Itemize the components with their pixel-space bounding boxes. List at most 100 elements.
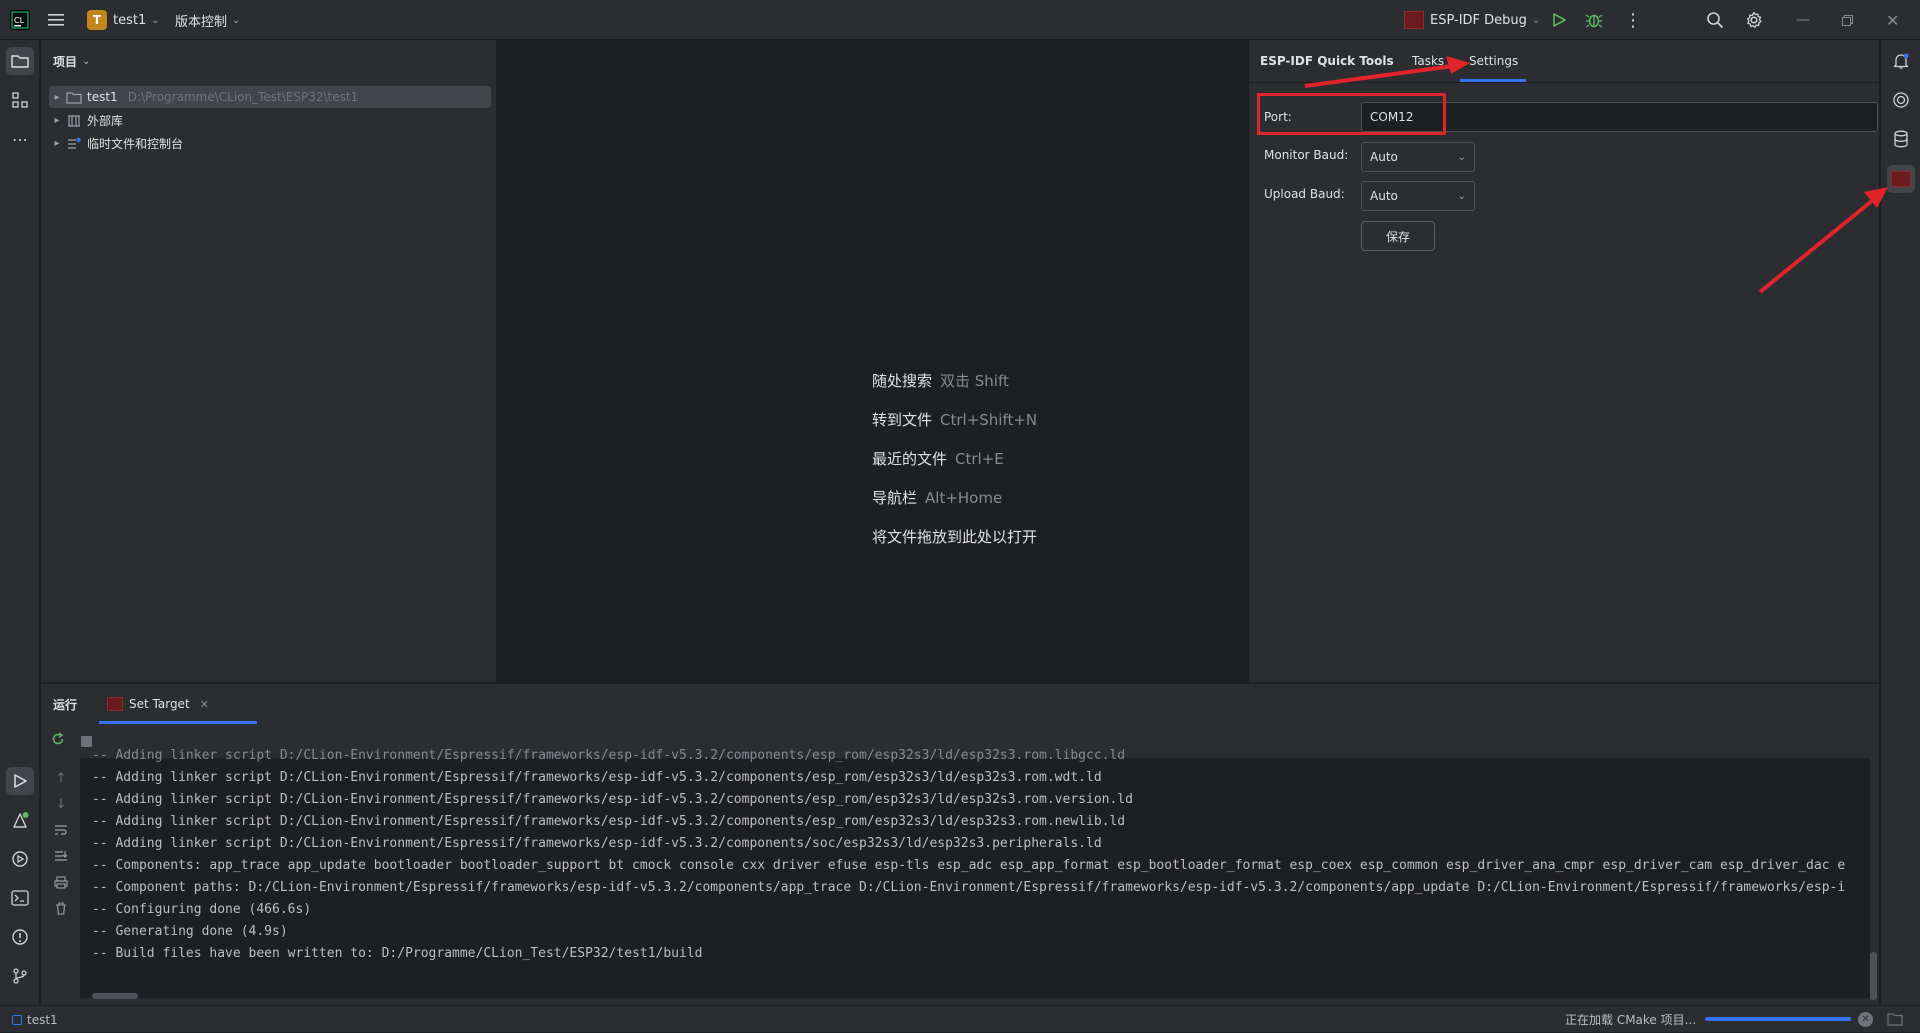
close-tab-icon[interactable]: ✕: [200, 698, 209, 711]
console-line: -- Generating done (4.9s): [92, 924, 288, 939]
esp-icon: [107, 697, 123, 711]
left-tool-strip: ⋯: [0, 40, 40, 1005]
restore-button[interactable]: [1842, 0, 1853, 40]
tree-item-scratches[interactable]: ▸ 临时文件和控制台: [49, 132, 183, 154]
upload-baud-value: Auto: [1370, 189, 1398, 203]
esp-idf-quick-tools-panel: ESP-IDF Quick Tools Tasks Settings Port:…: [1248, 40, 1880, 682]
chevron-right-icon: ▸: [54, 114, 60, 126]
run-icon[interactable]: [1551, 0, 1567, 40]
svg-text:CL: CL: [14, 16, 25, 25]
chevron-down-icon: ⌄: [1457, 151, 1466, 163]
console-output[interactable]: -- Adding linker script D:/CLion-Environ…: [80, 748, 1870, 998]
bell-icon[interactable]: [1887, 47, 1915, 75]
monitor-baud-select[interactable]: Auto ⌄: [1361, 142, 1475, 172]
upload-baud-select[interactable]: Auto ⌄: [1361, 181, 1475, 211]
terminal-icon[interactable]: [6, 884, 34, 912]
editor-empty-area: 随处搜索 双击 Shift 转到文件 Ctrl+Shift+N 最近的文件 Ctrl+…: [498, 40, 1247, 682]
port-input[interactable]: COM12: [1361, 102, 1878, 132]
console-line: -- Adding linker script D:/CLion-Environ…: [92, 814, 1126, 829]
scroll-to-end-icon[interactable]: [51, 846, 71, 866]
database-icon[interactable]: [1887, 125, 1915, 153]
ai-assistant-icon[interactable]: [1887, 86, 1915, 114]
services-icon[interactable]: [6, 845, 34, 873]
run-config-selector[interactable]: ESP-IDF Debug ⌄: [1404, 0, 1540, 40]
module-icon: [12, 1014, 22, 1025]
more-icon[interactable]: ⋮: [1624, 0, 1642, 40]
tree-item-label: 临时文件和控制台: [87, 136, 184, 151]
chevron-right-icon: ▸: [54, 91, 60, 103]
tab-divider: [1249, 82, 1880, 83]
chevron-right-icon: ▸: [54, 137, 60, 149]
console-line: -- Adding linker script D:/CLion-Environ…: [92, 792, 1133, 807]
folder-icon[interactable]: [1887, 1012, 1903, 1026]
console-line: -- Build files have been written to: D:/…: [92, 946, 703, 961]
port-label: Port:: [1264, 110, 1292, 124]
tree-item-external-libraries[interactable]: ▸ 外部库: [49, 109, 123, 131]
problems-icon[interactable]: [6, 923, 34, 951]
rerun-icon[interactable]: [51, 732, 67, 748]
right-tool-strip: [1880, 40, 1920, 1005]
progress-fill: [1705, 1017, 1851, 1021]
esp-tool-icon[interactable]: [1887, 165, 1915, 193]
run-config-label: ESP-IDF Debug: [1430, 12, 1527, 28]
folder-icon[interactable]: [6, 47, 34, 75]
hint-recent-files: 最近的文件 Ctrl+E: [872, 450, 1004, 468]
tree-item-project-root[interactable]: ▸ test1 D:\Programme\CLion_Test\ESP32\te…: [49, 86, 491, 108]
git-branch-icon[interactable]: [6, 962, 34, 990]
more-icon[interactable]: ⋯: [6, 125, 34, 153]
status-project[interactable]: test1: [12, 1006, 58, 1033]
minimize-button[interactable]: —: [1796, 0, 1810, 40]
run-tool-icon[interactable]: [6, 767, 34, 795]
horizontal-scrollbar[interactable]: [92, 993, 138, 999]
console-line: -- Adding linker script D:/CLion-Environ…: [92, 836, 1102, 851]
status-progress-text: 正在加载 CMake 项目...: [1565, 1013, 1697, 1027]
title-bar: CL T test1 ⌄ 版本控制 ⌄ ESP-IDF Debug ⌄ ⋮ — …: [0, 0, 1920, 40]
stop-icon[interactable]: [81, 736, 92, 747]
save-button[interactable]: 保存: [1361, 221, 1435, 251]
monitor-baud-value: Auto: [1370, 150, 1398, 164]
scroll-down-icon[interactable]: ↓: [51, 794, 71, 814]
tab-tasks[interactable]: Tasks: [1412, 40, 1444, 82]
scroll-up-icon[interactable]: ↑: [51, 768, 71, 788]
gear-icon[interactable]: [1745, 0, 1763, 40]
cancel-progress-icon[interactable]: ✕: [1858, 1012, 1873, 1027]
hint-navigation-bar: 导航栏 Alt+Home: [872, 489, 1003, 507]
project-panel-title: 项目: [53, 54, 78, 69]
build-icon[interactable]: [6, 806, 34, 834]
progress-track: [1705, 1017, 1851, 1021]
chevron-down-icon: ⌄: [82, 55, 91, 67]
console-line: -- Components: app_trace app_update boot…: [92, 858, 1846, 873]
status-bar: test1 正在加载 CMake 项目... ✕: [0, 1005, 1920, 1032]
folder-icon: [65, 91, 83, 104]
project-panel: 项目 ⌄ ▸ test1 D:\Programme\CLion_Test\ESP…: [41, 40, 497, 682]
trash-icon[interactable]: [51, 898, 71, 918]
library-icon: [65, 114, 83, 127]
console-line: -- Adding linker script D:/CLion-Environ…: [92, 770, 1102, 785]
vertical-scrollbar[interactable]: [1870, 952, 1877, 1000]
soft-wrap-icon[interactable]: [51, 820, 71, 840]
project-panel-header[interactable]: 项目 ⌄: [53, 40, 90, 82]
chevron-down-icon: ⌄: [1531, 14, 1541, 26]
debug-icon[interactable]: [1585, 0, 1603, 40]
chevron-down-icon: ⌄: [151, 14, 160, 26]
scratches-icon: [65, 137, 83, 150]
tree-item-label: test1: [87, 90, 118, 104]
tab-label: Set Target: [129, 697, 190, 711]
run-panel-title: 运行: [53, 697, 78, 712]
project-badge: T: [87, 10, 107, 30]
print-icon[interactable]: [51, 872, 71, 892]
panel-title: ESP-IDF Quick Tools: [1260, 54, 1394, 68]
search-icon[interactable]: [1706, 0, 1724, 40]
monitor-baud-label: Monitor Baud:: [1264, 148, 1349, 162]
close-window-button[interactable]: ✕: [1886, 0, 1899, 40]
menu-icon[interactable]: [48, 0, 66, 40]
project-selector[interactable]: T test1 ⌄: [87, 0, 160, 40]
tab-settings[interactable]: Settings: [1469, 40, 1518, 82]
hint-search-everywhere: 随处搜索 双击 Shift: [872, 372, 1009, 390]
app-logo-icon: CL: [10, 0, 30, 40]
tree-item-label: 外部库: [87, 113, 124, 128]
vcs-selector[interactable]: 版本控制 ⌄: [175, 0, 240, 40]
structure-icon[interactable]: [6, 86, 34, 114]
tab-set-target[interactable]: Set Target ✕: [99, 684, 257, 724]
upload-baud-label: Upload Baud:: [1264, 187, 1345, 201]
